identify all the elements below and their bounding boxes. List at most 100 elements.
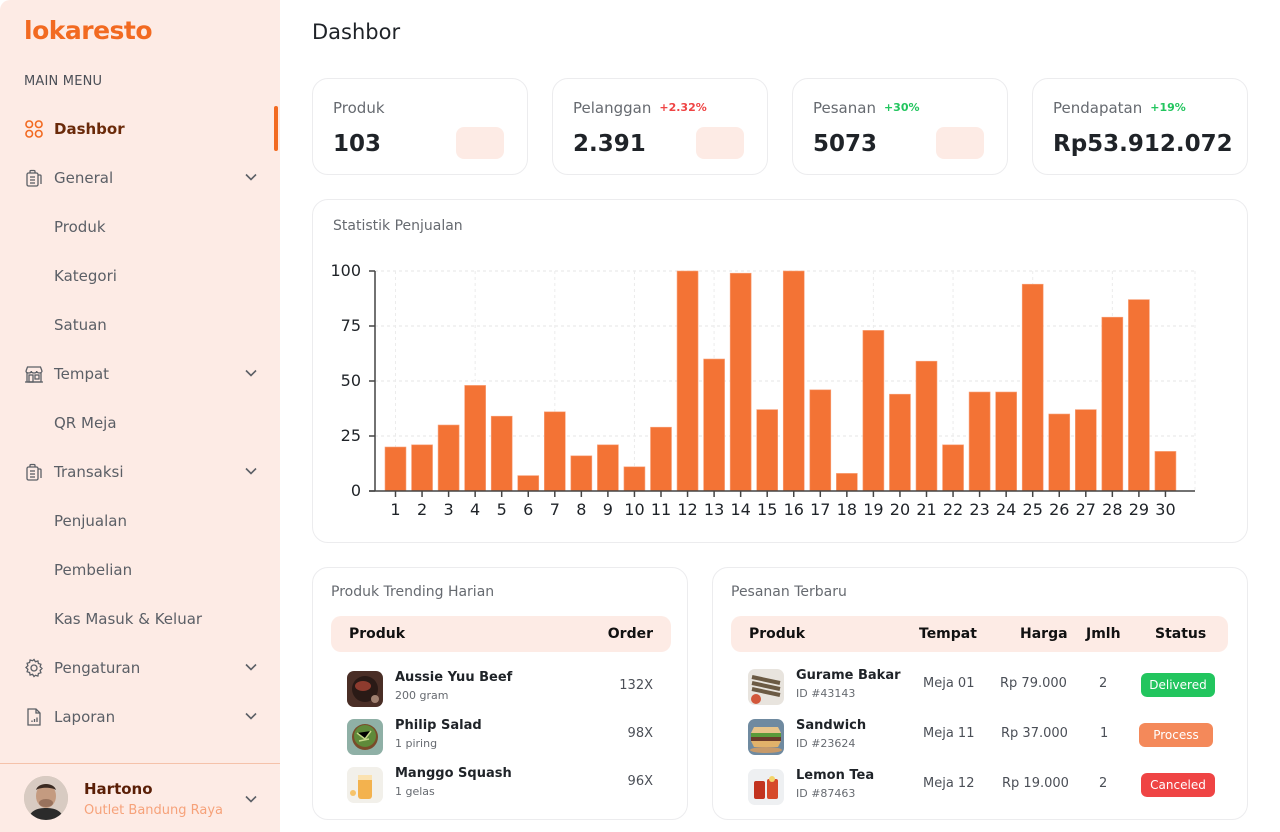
stat-label-text: Pesanan (813, 99, 876, 117)
app: lokaresto MAIN MENU Dashbor General Prod… (0, 0, 1280, 832)
bar-day-17 (809, 389, 832, 492)
sidebar-subitem-kategori[interactable]: Kategori (0, 251, 280, 300)
order-qty: 1 (1100, 726, 1109, 741)
product-thumbnail (748, 669, 784, 705)
stat-icon-box (456, 127, 504, 159)
sidebar-subitem-penjualan[interactable]: Penjualan (0, 496, 280, 545)
x-tick-label: 26 (1049, 500, 1069, 519)
bar-day-30 (1154, 451, 1177, 492)
table-row[interactable]: Manggo Squash 1 gelas 96X (347, 761, 653, 807)
sidebar-subitem-kas[interactable]: Kas Masuk & Keluar (0, 594, 280, 643)
x-tick-label: 22 (943, 500, 963, 519)
x-tick-label: 17 (810, 500, 830, 519)
chevron-down-icon[interactable] (244, 366, 258, 380)
table-row[interactable]: Aussie Yuu Beef 200 gram 132X (347, 665, 653, 711)
x-tick-label: 5 (497, 500, 507, 519)
table-row[interactable]: Philip Salad 1 piring 98X (347, 713, 653, 759)
sidebar-item-general[interactable]: General (0, 153, 280, 202)
chevron-down-icon[interactable] (244, 170, 258, 184)
order-place: Meja 11 (923, 726, 975, 741)
x-tick-label: 7 (550, 500, 560, 519)
bar-day-23 (968, 391, 991, 492)
column-header-produk: Produk (749, 626, 806, 642)
x-tick-label: 30 (1155, 500, 1175, 519)
product-name: Philip Salad (395, 718, 482, 733)
avatar (24, 776, 68, 820)
table-row[interactable]: Lemon Tea ID #87463 Meja 12 Rp 19.000 2 … (748, 763, 1228, 809)
order-qty: 2 (1099, 776, 1108, 791)
order-id: ID #43143 (796, 687, 856, 700)
bar-day-16 (782, 270, 805, 492)
table-row[interactable]: Sandwich ID #23624 Meja 11 Rp 37.000 1 P… (748, 713, 1228, 759)
sidebar-subitem-pembelian[interactable]: Pembelian (0, 545, 280, 594)
stat-value: 2.391 (573, 131, 646, 157)
stat-delta: +19% (1150, 101, 1186, 114)
stat-icon-box (936, 127, 984, 159)
bar-day-5 (490, 415, 513, 492)
chevron-down-icon[interactable] (244, 464, 258, 478)
x-tick-label: 24 (996, 500, 1016, 519)
sidebar-item-label: Dashbor (54, 119, 125, 138)
product-name: Gurame Bakar (796, 668, 901, 683)
user-profile[interactable]: Hartono Outlet Bandung Raya (0, 763, 280, 832)
report-file-icon (24, 707, 44, 727)
product-thumbnail (748, 719, 784, 755)
x-tick-label: 8 (576, 500, 586, 519)
chevron-down-icon[interactable] (244, 660, 258, 674)
bar-day-2 (411, 444, 433, 492)
x-tick-label: 6 (523, 500, 533, 519)
x-tick-label: 11 (651, 500, 671, 519)
sidebar-item-transaksi[interactable]: Transaksi (0, 447, 280, 496)
table-row[interactable]: Gurame Bakar ID #43143 Meja 01 Rp 79.000… (748, 663, 1228, 709)
gear-icon (24, 658, 44, 678)
bar-day-9 (597, 444, 619, 492)
brand-name: lokaresto (24, 16, 153, 45)
y-tick-label: 0 (351, 481, 361, 500)
bar-day-22 (942, 444, 964, 492)
x-tick-label: 28 (1102, 500, 1122, 519)
bar-day-14 (729, 272, 752, 492)
x-tick-label: 12 (677, 500, 697, 519)
bar-day-24 (995, 391, 1017, 492)
x-tick-label: 18 (837, 500, 857, 519)
stat-card-produk: Produk 103 (312, 78, 528, 175)
order-place: Meja 01 (923, 676, 975, 691)
product-name: Aussie Yuu Beef (395, 670, 513, 685)
sidebar-subitem-satuan[interactable]: Satuan (0, 300, 280, 349)
sidebar-item-tempat[interactable]: Tempat (0, 349, 280, 398)
status-badge: Delivered (1141, 673, 1215, 697)
bar-day-28 (1101, 316, 1124, 492)
clipboard-icon (24, 168, 44, 188)
panel-title: Pesanan Terbaru (731, 584, 847, 600)
sidebar-subitem-produk[interactable]: Produk (0, 202, 280, 251)
active-indicator (274, 106, 278, 151)
sidebar-subitem-qr-meja[interactable]: QR Meja (0, 398, 280, 447)
status-badge: Canceled (1141, 773, 1215, 797)
brand-logo[interactable]: lokaresto (24, 16, 153, 45)
x-tick-label: 13 (704, 500, 724, 519)
order-id: ID #87463 (796, 787, 856, 800)
table-header: Produk Order (331, 616, 671, 652)
stat-value: 103 (333, 131, 382, 157)
sidebar-item-dashbor[interactable]: Dashbor (0, 104, 280, 153)
clipboard-icon (24, 462, 44, 482)
sidebar-item-label: General (54, 168, 114, 187)
sidebar-item-laporan[interactable]: Laporan (0, 692, 280, 741)
bar-day-25 (1021, 283, 1044, 492)
sidebar-item-pengaturan[interactable]: Pengaturan (0, 643, 280, 692)
stat-label: Pelanggan +2.32% (573, 99, 707, 117)
sidebar-item-label: Tempat (54, 364, 110, 383)
product-unit: 200 gram (395, 689, 449, 702)
stat-card-pendapatan: Pendapatan +19% Rp53.912.072 (1032, 78, 1248, 175)
chevron-down-icon[interactable] (244, 792, 258, 806)
column-header-harga: Harga (1020, 626, 1068, 642)
x-tick-label: 1 (390, 500, 400, 519)
column-header-jmlh: Jmlh (1086, 626, 1121, 642)
chevron-down-icon[interactable] (244, 709, 258, 723)
grid-icon (24, 119, 44, 139)
sidebar-item-label: Laporan (54, 707, 116, 726)
x-tick-label: 16 (784, 500, 804, 519)
y-tick-label: 50 (341, 371, 361, 390)
stat-card-pesanan: Pesanan +30% 5073 (792, 78, 1008, 175)
recent-orders-card: Pesanan Terbaru Produk Tempat Harga Jmlh… (712, 567, 1248, 820)
